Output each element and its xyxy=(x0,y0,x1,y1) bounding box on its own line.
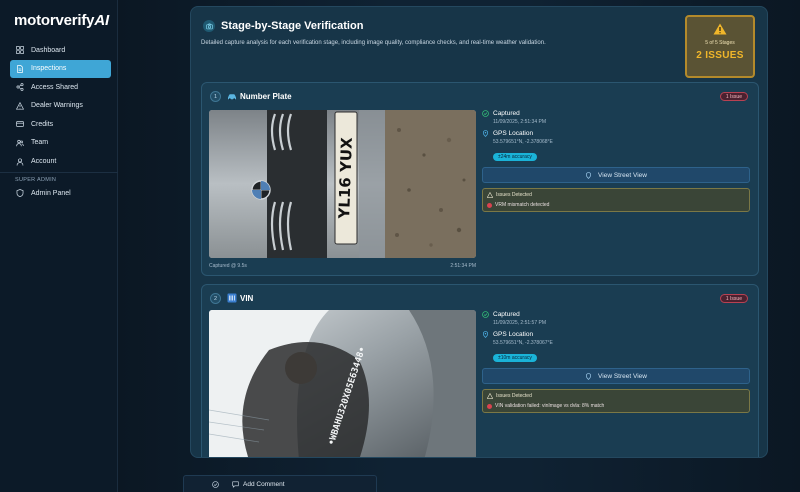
check-circle-icon[interactable] xyxy=(212,480,219,488)
document-icon xyxy=(16,64,24,73)
stage-verification-panel: Stage-by-Stage Verification Detailed cap… xyxy=(190,6,768,458)
page-title: Stage-by-Stage Verification xyxy=(221,20,364,32)
location-pin-icon xyxy=(586,372,592,380)
sidebar: motorverifyAI Dashboard Inspections Acce… xyxy=(0,0,118,492)
share-icon xyxy=(16,83,24,92)
warning-icon xyxy=(713,23,727,35)
issues-detected-header: Issues Detected xyxy=(487,192,745,198)
gps-location: GPS Location xyxy=(482,330,752,339)
panel-description: Detailed capture analysis for each verif… xyxy=(201,40,546,46)
section-label-super-admin: SUPER ADMIN xyxy=(15,177,57,183)
vin-photo[interactable]: •WBAHU320X05E63448• xyxy=(209,310,476,457)
captured-time: 11/09/2025, 2:51:57 PM xyxy=(493,320,547,326)
sidebar-item-account[interactable]: Account xyxy=(10,153,111,171)
stage-title: VIN xyxy=(240,294,254,303)
error-dot-icon xyxy=(487,403,492,409)
location-pin-icon xyxy=(482,130,489,137)
stage-number: 1 xyxy=(210,91,221,102)
gps-coordinates: 53.579651°N, -2.378067°E xyxy=(493,340,553,346)
warning-icon xyxy=(487,393,493,399)
sidebar-divider xyxy=(0,172,118,173)
issue-item: VRM mismatch detected xyxy=(487,202,745,208)
sidebar-item-dashboard[interactable]: Dashboard xyxy=(10,41,111,59)
location-pin-icon xyxy=(482,331,489,338)
camera-icon xyxy=(203,20,215,32)
stage-title: Number Plate xyxy=(240,92,292,101)
sidebar-item-credits[interactable]: Credits xyxy=(10,115,111,133)
stage-info: Captured 11/09/2025, 2:51:57 PM GPS Loca… xyxy=(482,310,752,413)
stages-count: 5 of 5 Stages xyxy=(705,40,735,46)
issues-detected-box: Issues Detected VIN validation failed: v… xyxy=(482,389,750,413)
stage-number: 2 xyxy=(210,293,221,304)
number-plate-photo[interactable]: YL16 YUX xyxy=(209,110,476,258)
view-street-view-button[interactable]: View Street View xyxy=(482,368,750,384)
sidebar-admin-nav: Admin Panel xyxy=(10,184,111,203)
sidebar-item-inspections[interactable]: Inspections xyxy=(10,59,111,78)
photo-caption: Captured @ 9.5s 2:51:34 PM xyxy=(209,263,476,269)
sidebar-item-admin-panel[interactable]: Admin Panel xyxy=(10,184,111,202)
plate-text: YL16 YUX xyxy=(335,137,356,220)
check-circle-icon xyxy=(482,311,489,318)
stage-info: Captured 11/09/2025, 2:51:34 PM GPS Loca… xyxy=(482,109,752,212)
check-circle-icon xyxy=(482,110,489,117)
issue-pill: 1 Issue xyxy=(719,294,748,303)
sidebar-item-access-shared[interactable]: Access Shared xyxy=(10,78,111,96)
stage-card-vin: 2 VIN 1 Issue •WBAHU320X05E63448• Captur… xyxy=(201,284,759,457)
brand-logo[interactable]: motorverifyAI xyxy=(14,12,109,29)
card-icon xyxy=(16,120,24,128)
comment-icon xyxy=(232,481,239,488)
issues-count: 2 ISSUES xyxy=(696,50,744,61)
shield-icon xyxy=(16,189,24,197)
gps-location: GPS Location xyxy=(482,129,752,138)
captured-status: Captured xyxy=(482,310,752,319)
issues-summary-badge: 5 of 5 Stages 2 ISSUES xyxy=(685,15,755,78)
issues-detected-box: Issues Detected VRM mismatch detected xyxy=(482,188,750,212)
location-pin-icon xyxy=(586,171,592,179)
issue-pill: 1 Issue xyxy=(719,92,748,101)
issue-item: VIN validation failed: vinImage vs dvla:… xyxy=(487,403,745,409)
accuracy-badge: ±10m accuracy xyxy=(493,354,537,362)
grid-icon xyxy=(16,46,24,54)
accuracy-badge: ±24m accuracy xyxy=(493,153,537,161)
sidebar-item-dealer-warnings[interactable]: Dealer Warnings xyxy=(10,97,111,115)
car-icon xyxy=(228,94,236,101)
barcode-icon xyxy=(227,293,237,303)
bottom-action-bar: Add Comment xyxy=(183,475,377,492)
view-street-view-button[interactable]: View Street View xyxy=(482,167,750,183)
stage-card-number-plate: 1 Number Plate 1 Issue YL16 YUX Captured… xyxy=(201,82,759,276)
user-icon xyxy=(16,158,24,166)
add-comment-button[interactable]: Add Comment xyxy=(232,481,285,488)
captured-status: Captured xyxy=(482,109,752,118)
team-icon xyxy=(16,139,24,147)
warning-icon xyxy=(16,101,24,110)
gps-coordinates: 53.579651°N, -2.378068°E xyxy=(493,139,553,145)
issues-detected-header: Issues Detected xyxy=(487,393,745,399)
sidebar-item-team[interactable]: Team xyxy=(10,134,111,152)
warning-icon xyxy=(487,192,493,198)
error-dot-icon xyxy=(487,202,492,208)
sidebar-nav: Dashboard Inspections Access Shared Deal… xyxy=(10,41,111,171)
captured-time: 11/09/2025, 2:51:34 PM xyxy=(493,119,547,125)
